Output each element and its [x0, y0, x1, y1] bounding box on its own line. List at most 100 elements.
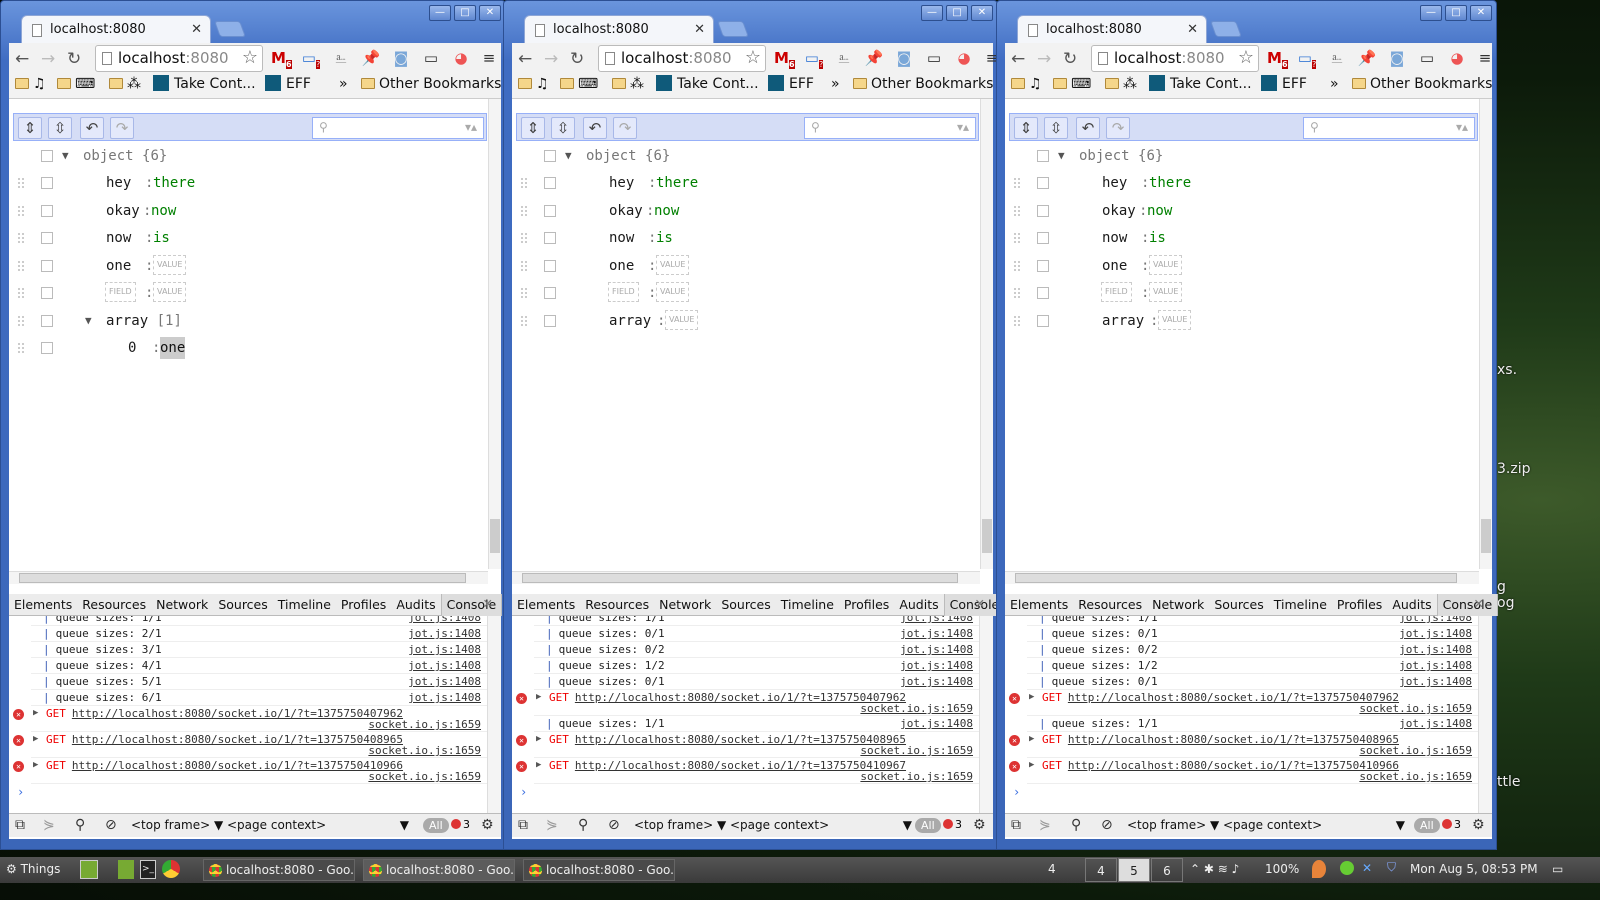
- camera-icon[interactable]: ◙: [391, 48, 411, 68]
- screen-capture-icon[interactable]: ▭?: [804, 48, 824, 69]
- source-link[interactable]: jot.js:1408: [1399, 658, 1472, 673]
- bookmark-take-control[interactable]: Take Cont...: [1149, 73, 1252, 95]
- bookmark-take-control[interactable]: Take Cont...: [656, 73, 759, 95]
- source-link[interactable]: socket.io.js:1659: [1359, 701, 1472, 716]
- bookmark-folder[interactable]: ⌨: [57, 73, 95, 95]
- source-link[interactable]: jot.js:1408: [1399, 616, 1472, 625]
- source-link[interactable]: jot.js:1408: [1399, 642, 1472, 657]
- tree-row[interactable]: okay: now: [1005, 200, 1492, 222]
- drag-handle-icon[interactable]: [1013, 177, 1021, 189]
- terminal-icon[interactable]: >_: [140, 860, 156, 879]
- devtools-tab-resources[interactable]: Resources: [77, 594, 151, 616]
- drag-handle-icon[interactable]: [1013, 259, 1021, 272]
- drag-handle-icon[interactable]: [1013, 204, 1021, 217]
- minimize-button[interactable]: —: [1420, 5, 1442, 21]
- field-name[interactable]: array: [106, 313, 148, 329]
- tree-row[interactable]: FIELD: VALUE: [1005, 282, 1492, 304]
- field-name[interactable]: hey: [106, 172, 131, 194]
- field-value[interactable]: is: [656, 227, 673, 249]
- placeholder[interactable]: FIELD: [608, 282, 639, 302]
- drag-handle-icon[interactable]: [1013, 232, 1021, 244]
- search-input[interactable]: ⚲ ▾▴: [1303, 117, 1475, 139]
- error-counter[interactable]: 3: [1442, 818, 1461, 831]
- tree-row[interactable]: FIELD: VALUE: [512, 282, 993, 304]
- bookmark-folder[interactable]: ♫: [518, 73, 549, 95]
- horizontal-scrollbar[interactable]: [1005, 571, 1479, 584]
- other-bookmarks[interactable]: Other Bookmarks: [1352, 73, 1492, 95]
- request-url[interactable]: http://localhost:8080/socket.io/1/?t=137…: [72, 707, 403, 720]
- search-nav-icon[interactable]: ▾▴: [957, 120, 969, 134]
- devtools-tab-audits[interactable]: Audits: [894, 594, 943, 616]
- frame-select[interactable]: <top frame> ▼: [131, 818, 223, 832]
- maximize-button[interactable]: □: [454, 5, 476, 21]
- field-value[interactable]: is: [1149, 227, 1166, 249]
- bookmark-eff[interactable]: EFF: [265, 73, 311, 95]
- clear-console-icon[interactable]: ⊘: [1101, 817, 1113, 833]
- settings-gear-icon[interactable]: ⚙: [973, 817, 986, 833]
- tree-row[interactable]: one: VALUE: [512, 254, 993, 277]
- placeholder[interactable]: VALUE: [1158, 309, 1192, 330]
- duck-extension-icon[interactable]: ◕: [451, 48, 471, 68]
- expand-triangle-icon[interactable]: ▶: [1029, 758, 1034, 773]
- devtools-tab-elements[interactable]: Elements: [1005, 594, 1073, 616]
- drag-handle-icon[interactable]: [1013, 314, 1021, 327]
- devtools-tab-resources[interactable]: Resources: [1073, 594, 1147, 616]
- select-checkbox[interactable]: [1037, 150, 1049, 162]
- back-icon[interactable]: ←: [1011, 49, 1025, 69]
- expand-triangle-icon[interactable]: ▶: [1029, 732, 1034, 747]
- field-name[interactable]: okay: [106, 200, 140, 222]
- select-checkbox[interactable]: [41, 259, 53, 272]
- source-link[interactable]: socket.io.js:1659: [1359, 769, 1472, 784]
- source-link[interactable]: jot.js:1408: [408, 690, 481, 705]
- collapse-all-button[interactable]: ⇳: [551, 117, 575, 139]
- select-checkbox[interactable]: [544, 287, 556, 299]
- field-value[interactable]: now: [1147, 200, 1172, 222]
- console-prompt[interactable]: ›: [520, 784, 979, 800]
- close-tab-icon[interactable]: ✕: [1187, 22, 1198, 37]
- show-drawer-icon[interactable]: ⋟: [1039, 817, 1051, 833]
- bookmark-star-icon[interactable]: ☆: [1238, 47, 1254, 68]
- launcher-icon[interactable]: [80, 860, 98, 879]
- field-name[interactable]: okay: [609, 200, 643, 222]
- source-link[interactable]: socket.io.js:1659: [368, 769, 481, 784]
- tree-row[interactable]: array: VALUE: [1005, 309, 1492, 332]
- cast-icon[interactable]: ▭: [1417, 48, 1437, 68]
- forward-icon[interactable]: →: [1037, 49, 1051, 69]
- devtools-tab-profiles[interactable]: Profiles: [1332, 594, 1387, 616]
- select-checkbox[interactable]: [41, 177, 53, 189]
- select-checkbox[interactable]: [1037, 232, 1049, 244]
- tree-root-row[interactable]: ▼ object {6}: [1005, 145, 1492, 167]
- address-bar[interactable]: localhost:8080 ☆: [598, 45, 766, 72]
- bookmarks-overflow-button[interactable]: »: [339, 73, 348, 95]
- devtools-tab-elements[interactable]: Elements: [9, 594, 77, 616]
- forward-icon[interactable]: →: [41, 49, 55, 69]
- console-scrollbar[interactable]: [487, 616, 501, 813]
- reload-icon[interactable]: ↻: [1063, 49, 1077, 69]
- desktop-icon-label[interactable]: ttle: [1497, 774, 1520, 790]
- desktop-icon-label[interactable]: og: [1497, 595, 1514, 611]
- source-link[interactable]: socket.io.js:1659: [860, 769, 973, 784]
- gmail-extension-icon[interactable]: M6: [774, 48, 795, 69]
- new-tab-button[interactable]: [1210, 21, 1242, 37]
- close-tab-icon[interactable]: ✕: [694, 22, 705, 37]
- tree-row[interactable]: now: is: [512, 227, 993, 249]
- source-link[interactable]: socket.io.js:1659: [1359, 743, 1472, 758]
- menu-icon[interactable]: ≡: [479, 48, 499, 68]
- tree-root-row[interactable]: ▼ object {6}: [512, 145, 993, 167]
- source-link[interactable]: jot.js:1408: [900, 674, 973, 689]
- search-nav-icon[interactable]: ▾▴: [1456, 120, 1468, 134]
- placeholder[interactable]: VALUE: [1149, 254, 1183, 275]
- horizontal-scrollbar[interactable]: [512, 571, 980, 584]
- workspace-4[interactable]: 4: [1085, 858, 1117, 882]
- tree-row[interactable]: array: VALUE: [512, 309, 993, 332]
- expand-triangle-icon[interactable]: ▶: [33, 706, 38, 721]
- collapse-all-button[interactable]: ⇳: [48, 117, 72, 139]
- bookmark-folder[interactable]: ⁂: [612, 73, 644, 95]
- tree-row[interactable]: one: VALUE: [9, 254, 501, 277]
- bookmark-folder[interactable]: ⁂: [1105, 73, 1137, 95]
- select-checkbox[interactable]: [41, 150, 53, 162]
- address-bar[interactable]: localhost:8080 ☆: [1091, 45, 1259, 72]
- notification-count[interactable]: 4: [1048, 862, 1056, 876]
- new-tab-button[interactable]: [717, 21, 749, 37]
- search-nav-icon[interactable]: ▾▴: [465, 120, 477, 134]
